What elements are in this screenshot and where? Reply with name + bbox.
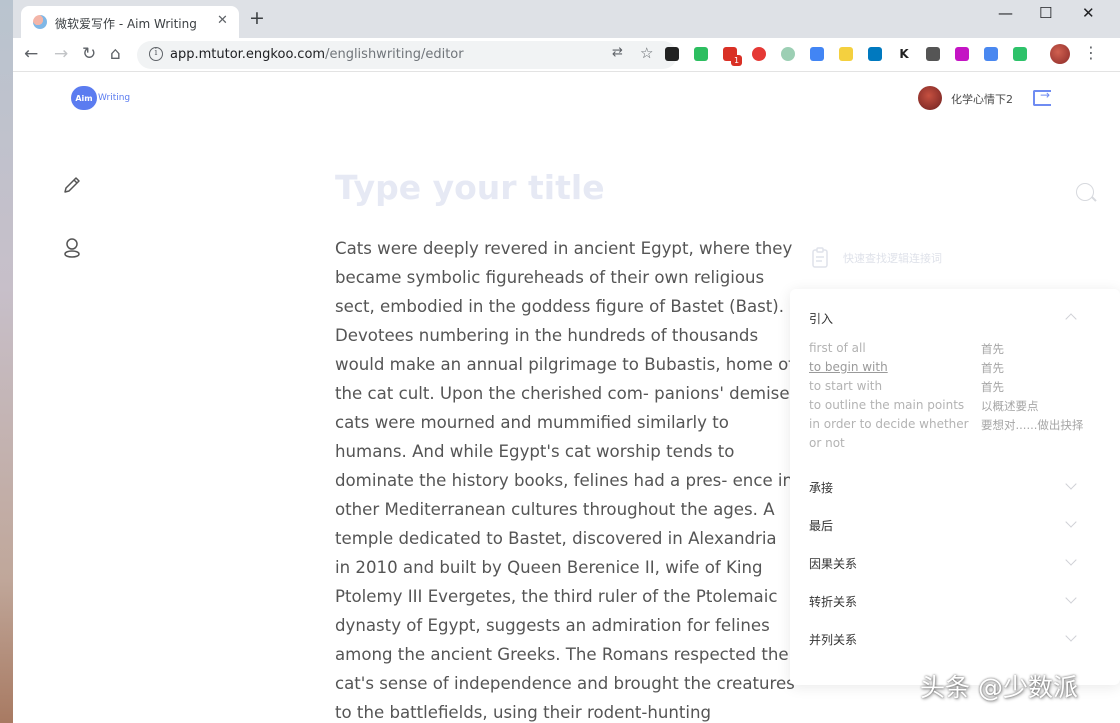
chevron-up-icon[interactable] <box>1065 313 1077 325</box>
tab-title: 微软爱写作 - Aim Writing <box>55 17 197 31</box>
k-ext-icon[interactable]: K <box>897 47 911 61</box>
tab-close-icon[interactable]: ✕ <box>217 13 228 28</box>
connective-phrase-panel: 引入 first of all 首先 to begin with 首先 to s… <box>790 289 1120 685</box>
phrase-en-continued[interactable]: or not <box>809 436 845 450</box>
phrase-zh: 要想对......做出抉择 <box>981 418 1084 432</box>
translate-icon[interactable]: ⇄ <box>612 45 623 60</box>
site-info-icon[interactable]: i <box>149 47 163 61</box>
phrase-en[interactable]: in order to decide whether <box>809 417 969 431</box>
watermark: 头条 @少数派 <box>920 673 1078 702</box>
section-parallel-title[interactable]: 并列关系 <box>809 631 857 648</box>
url-host: app.mtutor.engkoo.com <box>170 47 326 62</box>
section-intro-title[interactable]: 引入 <box>809 310 833 327</box>
forward-icon[interactable]: → <box>54 44 68 64</box>
chevron-down-icon[interactable] <box>1065 630 1077 642</box>
adblock-ext-icon[interactable] <box>752 47 766 61</box>
phrase-en[interactable]: to outline the main points <box>809 398 964 412</box>
chevron-down-icon[interactable] <box>1065 592 1077 604</box>
phrase-zh: 首先 <box>981 380 1004 394</box>
phrase-en[interactable]: first of all <box>809 341 866 355</box>
browser-window: 微软爱写作 - Aim Writing ✕ + — ☐ ✕ ← → ↻ ⌂ i … <box>13 0 1120 723</box>
notes-ext-icon[interactable] <box>839 47 853 61</box>
location-pin-icon[interactable] <box>61 236 83 260</box>
reload-icon[interactable]: ↻ <box>82 44 96 64</box>
clipboard-icon[interactable] <box>808 246 832 270</box>
translate-ext-icon[interactable] <box>984 47 998 61</box>
chevron-down-icon[interactable] <box>1065 516 1077 528</box>
onenote-ext-icon[interactable] <box>955 47 969 61</box>
section-finally-title[interactable]: 最后 <box>809 517 833 534</box>
user-avatar[interactable] <box>918 86 942 110</box>
editor-page: Aim Writing 化学心情下2 → Cats were deeply re… <box>13 72 1120 723</box>
qr-ext-icon[interactable] <box>926 47 940 61</box>
notion-ext-icon[interactable] <box>665 47 679 61</box>
phrase-en[interactable]: to begin with <box>809 360 888 374</box>
favicon-icon <box>33 15 47 29</box>
bookmark-star-icon[interactable]: ☆ <box>640 44 653 62</box>
diamond-ext-icon[interactable] <box>810 47 824 61</box>
phrase-en[interactable]: to start with <box>809 379 882 393</box>
chevron-down-icon[interactable] <box>1065 478 1077 490</box>
search-icon-handle <box>1091 196 1097 202</box>
user-name[interactable]: 化学心情下2 <box>951 91 1013 107</box>
circle-ext-icon[interactable] <box>781 47 795 61</box>
browser-toolbar: ← → ↻ ⌂ i app.mtutor.engkoo.com/englishw… <box>13 38 1120 72</box>
section-continuation-title[interactable]: 承接 <box>809 479 833 496</box>
window-close-icon[interactable]: ✕ <box>1082 4 1095 22</box>
aim-writing-logo[interactable]: Aim Writing <box>71 86 130 110</box>
minimize-icon[interactable]: — <box>998 4 1013 22</box>
logout-arrow-icon: → <box>1040 88 1051 102</box>
tab-strip: 微软爱写作 - Aim Writing ✕ + — ☐ ✕ <box>13 0 1120 38</box>
maximize-icon[interactable]: ☐ <box>1039 4 1052 22</box>
pencil-icon[interactable] <box>61 174 83 196</box>
back-icon[interactable]: ← <box>24 44 38 64</box>
new-tab-button[interactable]: + <box>249 9 265 28</box>
logo-badge: Aim <box>71 86 97 110</box>
trello-ext-icon[interactable] <box>868 47 882 61</box>
desktop-background <box>0 0 14 723</box>
profile-avatar[interactable] <box>1050 44 1070 64</box>
essay-body[interactable]: Cats were deeply revered in ancient Egyp… <box>335 234 795 723</box>
title-input[interactable] <box>335 168 855 207</box>
evernote-ext-icon[interactable] <box>694 47 708 61</box>
address-bar[interactable]: i app.mtutor.engkoo.com/englishwriting/e… <box>137 41 677 69</box>
browser-menu-icon[interactable]: ⋮ <box>1083 43 1099 62</box>
mail-badge: 1 <box>731 55 742 66</box>
wechat-ext-icon[interactable] <box>1013 47 1027 61</box>
browser-tab-active[interactable]: 微软爱写作 - Aim Writing ✕ <box>21 6 239 38</box>
url-path: /englishwriting/editor <box>325 47 464 62</box>
url-text[interactable]: app.mtutor.engkoo.com/englishwriting/edi… <box>170 47 464 62</box>
section-cause-effect-title[interactable]: 因果关系 <box>809 555 857 572</box>
phrase-zh: 首先 <box>981 342 1004 356</box>
search-icon[interactable] <box>1076 183 1094 201</box>
chevron-down-icon[interactable] <box>1065 554 1077 566</box>
phrase-zh: 首先 <box>981 361 1004 375</box>
section-contrast-title[interactable]: 转折关系 <box>809 593 857 610</box>
phrase-zh: 以概述要点 <box>981 399 1039 413</box>
logo-text: Writing <box>98 93 131 103</box>
home-icon[interactable]: ⌂ <box>110 44 121 64</box>
clipboard-label[interactable]: 快速查找逻辑连接词 <box>843 250 942 266</box>
